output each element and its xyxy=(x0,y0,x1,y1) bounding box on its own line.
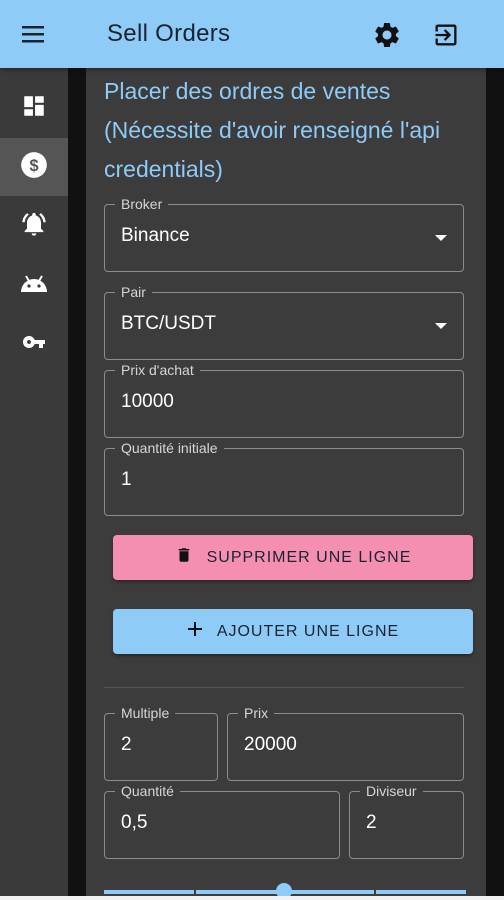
delete-line-label: SUPPRIMER UNE LIGNE xyxy=(206,548,412,566)
sidebar-item-alerts[interactable] xyxy=(0,197,68,255)
prix-label: Prix xyxy=(238,705,275,721)
broker-select[interactable]: Broker Binance xyxy=(104,196,464,272)
multiple-input[interactable]: Multiple 2 xyxy=(104,705,218,781)
svg-text:$: $ xyxy=(29,156,38,174)
diviseur-label: Diviseur xyxy=(360,783,423,799)
alarm-bell-icon xyxy=(20,210,48,243)
form-heading: Placer des ordres de ventes (Nécessite d… xyxy=(104,78,441,182)
right-gutter xyxy=(486,68,504,900)
quantite-value: 0,5 xyxy=(121,812,148,833)
diviseur-input[interactable]: Diviseur 2 xyxy=(349,783,464,859)
quantite-initiale-input[interactable]: Quantité initiale 1 xyxy=(104,440,464,516)
multiple-label: Multiple xyxy=(115,705,176,721)
prix-input[interactable]: Prix 20000 xyxy=(227,705,464,781)
trash-icon xyxy=(175,545,193,570)
prix-value: 20000 xyxy=(244,734,297,755)
gear-icon[interactable] xyxy=(372,20,402,50)
dollar-icon: $ xyxy=(20,151,48,184)
quantite-input[interactable]: Quantité 0,5 xyxy=(104,783,340,859)
slider-tick xyxy=(194,890,196,894)
page-title: Sell Orders xyxy=(107,20,231,47)
broker-value: Binance xyxy=(121,225,190,246)
quantite-label: Quantité xyxy=(115,783,180,799)
diviseur-value: 2 xyxy=(366,812,377,833)
sidebar-item-sell-orders[interactable]: $ xyxy=(0,138,68,196)
dashboard-icon xyxy=(21,93,47,124)
android-icon xyxy=(19,270,49,301)
sidebar-item-android[interactable] xyxy=(0,256,68,314)
slider-tick xyxy=(374,890,376,894)
broker-label: Broker xyxy=(115,196,169,212)
plus-icon xyxy=(187,621,203,642)
prix-achat-value: 10000 xyxy=(121,391,174,412)
exit-icon[interactable] xyxy=(432,21,460,49)
add-line-button[interactable]: AJOUTER UNE LIGNE xyxy=(113,609,473,654)
left-gutter xyxy=(68,68,86,900)
bottom-edge xyxy=(0,896,504,900)
quantite-initiale-label: Quantité initiale xyxy=(115,440,224,456)
multiple-value: 2 xyxy=(121,734,132,755)
pair-label: Pair xyxy=(115,284,152,300)
chevron-down-icon xyxy=(435,323,447,329)
sidebar-item-dashboard[interactable] xyxy=(0,79,68,137)
add-line-label: AJOUTER UNE LIGNE xyxy=(216,622,400,640)
delete-line-button[interactable]: SUPPRIMER UNE LIGNE xyxy=(113,535,473,580)
sidebar: $ xyxy=(0,68,68,900)
divider xyxy=(104,687,464,688)
prix-achat-input[interactable]: Prix d'achat 10000 xyxy=(104,362,464,438)
pair-value: BTC/USDT xyxy=(121,313,216,334)
chevron-down-icon xyxy=(435,235,447,241)
menu-icon[interactable] xyxy=(20,22,48,46)
sidebar-item-api-keys[interactable] xyxy=(0,315,68,373)
prix-achat-label: Prix d'achat xyxy=(115,362,200,378)
quantite-initiale-value: 1 xyxy=(121,469,132,490)
pair-select[interactable]: Pair BTC/USDT xyxy=(104,284,464,360)
app-bar: Sell Orders xyxy=(0,0,504,68)
key-icon xyxy=(19,330,49,359)
sell-orders-panel: Placer des ordres de ventes (Nécessite d… xyxy=(86,68,486,900)
